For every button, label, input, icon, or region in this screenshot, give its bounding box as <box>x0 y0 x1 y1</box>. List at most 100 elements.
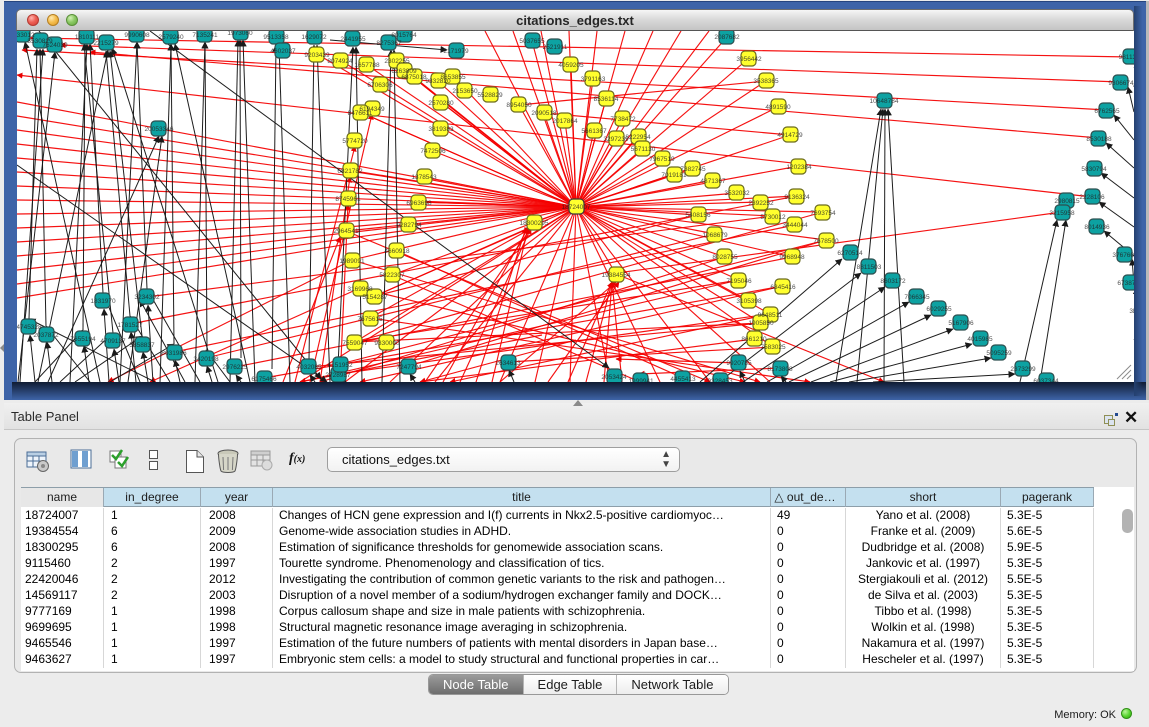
svg-text:9282794: 9282794 <box>396 222 422 229</box>
svg-text:8028755: 8028755 <box>712 254 738 261</box>
svg-text:8811503: 8811503 <box>857 264 882 271</box>
svg-text:8536114: 8536114 <box>594 96 619 103</box>
svg-text:6270514: 6270514 <box>837 250 863 257</box>
svg-text:1068679: 1068679 <box>702 232 728 239</box>
svg-text:7195046: 7195046 <box>726 278 752 285</box>
svg-text:3444044: 3444044 <box>782 222 808 229</box>
svg-text:2037872: 2037872 <box>33 332 59 339</box>
svg-text:1629072: 1629072 <box>301 34 327 41</box>
svg-text:2053424: 2053424 <box>601 374 627 381</box>
svg-text:7135241: 7135241 <box>192 32 218 39</box>
svg-text:4032085: 4032085 <box>296 364 322 371</box>
svg-text:5167906: 5167906 <box>948 320 974 327</box>
svg-text:2980815: 2980815 <box>1054 198 1080 205</box>
svg-text:2228106: 2228106 <box>1079 194 1105 201</box>
svg-text:18724007: 18724007 <box>562 204 591 211</box>
svg-text:3215958: 3215958 <box>1049 210 1075 217</box>
svg-text:6875018: 6875018 <box>401 74 427 81</box>
svg-text:9306674: 9306674 <box>1108 80 1134 87</box>
svg-text:7678500: 7678500 <box>813 238 839 245</box>
svg-text:8653855: 8653855 <box>440 74 466 81</box>
svg-text:2392252: 2392252 <box>748 200 774 207</box>
svg-text:5858837: 5858837 <box>129 342 155 349</box>
svg-text:4871367: 4871367 <box>700 178 726 185</box>
svg-text:8530188: 8530188 <box>1086 136 1112 143</box>
svg-text:8014936: 8014936 <box>1084 224 1110 231</box>
svg-text:2153650: 2153650 <box>452 88 478 95</box>
svg-text:9330000: 9330000 <box>374 340 400 347</box>
svg-text:6706306: 6706306 <box>367 82 393 89</box>
svg-text:2441955: 2441955 <box>340 36 366 43</box>
svg-text:3538365: 3538365 <box>753 78 779 85</box>
svg-text:18300295: 18300295 <box>520 220 549 227</box>
svg-text:5661367: 5661367 <box>581 128 607 135</box>
svg-text:1202384: 1202384 <box>786 164 812 171</box>
svg-text:1973060: 1973060 <box>227 31 253 37</box>
svg-text:5671130: 5671130 <box>631 146 656 153</box>
svg-text:1905850: 1905850 <box>748 320 774 327</box>
svg-text:7559047: 7559047 <box>342 340 368 347</box>
svg-text:6963698: 6963698 <box>406 200 432 207</box>
svg-text:7066345: 7066345 <box>904 294 930 301</box>
svg-text:20053346: 20053346 <box>145 126 174 133</box>
svg-text:5830794: 5830794 <box>1081 166 1107 173</box>
svg-text:5528829: 5528829 <box>477 92 503 99</box>
svg-text:8173808: 8173808 <box>767 366 793 373</box>
svg-text:7655194: 7655194 <box>70 336 96 343</box>
svg-text:2302255: 2302255 <box>384 58 410 65</box>
svg-text:3767604: 3767604 <box>1112 252 1134 259</box>
svg-text:5037655: 5037655 <box>519 38 545 45</box>
svg-text:3105398: 3105398 <box>736 298 762 305</box>
svg-text:9811335: 9811335 <box>1119 54 1134 61</box>
svg-text:9136324: 9136324 <box>784 194 810 201</box>
svg-text:2634613: 2634613 <box>495 360 521 367</box>
svg-text:3791163: 3791163 <box>581 76 606 83</box>
svg-text:8603172: 8603172 <box>880 278 906 285</box>
svg-text:8015764: 8015764 <box>391 32 417 39</box>
svg-text:2976225: 2976225 <box>222 364 248 371</box>
svg-text:8222954: 8222954 <box>625 134 651 141</box>
svg-text:2087682: 2087682 <box>714 34 740 41</box>
svg-text:8954050: 8954050 <box>506 102 532 109</box>
svg-text:2215279: 2215279 <box>93 40 119 47</box>
svg-text:9920785: 9920785 <box>726 360 752 367</box>
svg-text:4709137: 4709137 <box>100 338 126 345</box>
svg-text:4151952: 4151952 <box>327 362 353 369</box>
svg-text:9648511: 9648511 <box>758 312 783 319</box>
svg-text:10648784: 10648784 <box>870 98 899 105</box>
svg-text:2017864: 2017864 <box>552 118 578 125</box>
svg-text:4602037: 4602037 <box>270 48 296 55</box>
svg-text:7738472: 7738472 <box>610 116 636 123</box>
svg-text:1831970: 1831970 <box>90 298 116 305</box>
svg-text:4745328: 4745328 <box>17 324 42 331</box>
svg-text:19384554: 19384554 <box>602 272 631 279</box>
svg-text:1989091: 1989091 <box>339 258 365 265</box>
svg-text:5730012: 5730012 <box>760 214 786 221</box>
svg-text:3169968: 3169968 <box>347 286 373 293</box>
svg-text:6029255: 6029255 <box>926 306 952 313</box>
svg-text:3532032: 3532032 <box>724 190 750 197</box>
svg-text:8745961: 8745961 <box>335 196 361 203</box>
svg-text:2090518: 2090518 <box>531 110 557 117</box>
svg-text:9203439: 9203439 <box>304 52 330 59</box>
svg-text:2521911: 2521911 <box>543 44 568 51</box>
svg-text:6821782: 6821782 <box>337 168 363 175</box>
svg-text:9990608: 9990608 <box>124 32 150 39</box>
svg-text:4059205: 4059205 <box>558 62 584 69</box>
svg-text:5774720: 5774720 <box>342 138 368 145</box>
svg-text:3819383: 3819383 <box>428 126 454 133</box>
svg-text:3234302: 3234302 <box>134 294 160 301</box>
svg-text:9968948: 9968948 <box>779 254 805 261</box>
svg-text:3420198: 3420198 <box>193 356 219 363</box>
svg-text:5822307: 5822307 <box>379 272 405 279</box>
svg-text:2964541: 2964541 <box>333 228 359 235</box>
svg-text:6738744: 6738744 <box>1117 280 1134 287</box>
svg-text:7382745: 7382745 <box>680 166 706 173</box>
svg-text:7247794: 7247794 <box>396 364 422 371</box>
svg-text:5095259: 5095259 <box>986 350 1012 357</box>
svg-text:4015985: 4015985 <box>967 336 993 343</box>
svg-text:4914729: 4914729 <box>777 132 803 139</box>
svg-text:2579240: 2579240 <box>158 34 184 41</box>
svg-text:2171979: 2171979 <box>443 48 469 55</box>
svg-text:7675615: 7675615 <box>357 316 383 323</box>
